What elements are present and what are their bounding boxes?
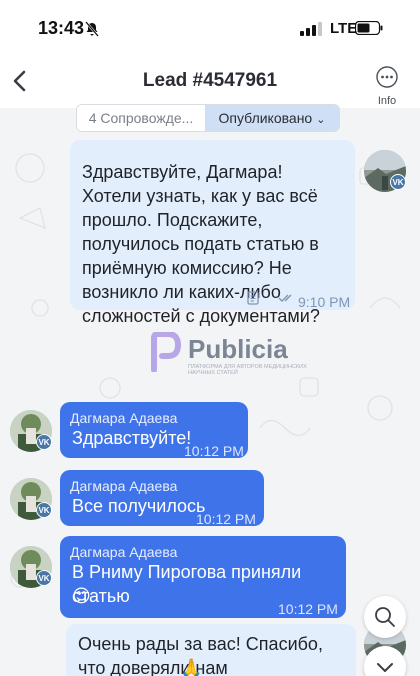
search-button[interactable]: [364, 596, 406, 638]
vk-badge-icon: VK: [36, 570, 52, 586]
vk-badge-icon: VK: [390, 174, 406, 190]
network-type: LTE: [330, 20, 358, 37]
chat-area[interactable]: Здравствуйте, Дагмара! Хотели узнать, ка…: [0, 108, 420, 676]
brand-name: Publicia: [188, 334, 288, 364]
status-time: 13:43: [38, 18, 85, 38]
chat-header: Lead #4547961 Info: [0, 56, 420, 108]
message-outgoing[interactable]: Очень рады за вас! Спасибо, что доверяли…: [66, 624, 356, 676]
message-incoming[interactable]: Дагмара Адаева Здравствуйте! 10:12 PM: [60, 402, 248, 459]
chevron-down-icon: ⌄: [316, 114, 326, 126]
status-bar: 13:43 LTE: [0, 0, 420, 56]
more-icon: [376, 66, 398, 88]
message-outgoing[interactable]: Здравствуйте, Дагмара! Хотели узнать, ка…: [70, 140, 355, 326]
publicia-logo-icon: [151, 332, 182, 372]
vk-badge-icon: VK: [36, 502, 52, 518]
cellular-signal-icon: [300, 22, 322, 36]
page-title: Lead #4547961: [142, 70, 278, 91]
message-time: 9:10 PM: [298, 294, 351, 310]
message-time: 10:12 PM: [184, 443, 244, 459]
chevron-down-icon: [377, 663, 393, 672]
info-button[interactable]: Info: [370, 66, 404, 107]
document-icon[interactable]: [246, 291, 260, 305]
message-incoming[interactable]: Дагмара Адаева Все получилось 10:12 PM: [60, 470, 264, 527]
vk-badge-icon: VK: [36, 434, 52, 450]
brand-watermark: Publicia ПЛАТФОРМА ДЛЯ АВТОРОВ МЕДИЦИНСК…: [150, 328, 310, 378]
double-check-icon: [278, 294, 292, 302]
search-icon: [375, 607, 395, 627]
emoji-smile: 😊: [72, 586, 91, 606]
message-incoming[interactable]: Дагмара Адаева В Рниму Пирогова приняли …: [60, 536, 346, 618]
message-time: 10:12 PM: [196, 511, 256, 527]
status-chips: 4 Сопровожде... Опубликовано ⌄: [76, 104, 340, 132]
message-time: 10:12 PM: [278, 601, 338, 617]
battery-icon: [355, 21, 383, 35]
status-chip-label: Опубликовано: [218, 110, 313, 126]
info-label: Info: [377, 95, 397, 107]
bell-off-icon: [85, 21, 99, 37]
status-chip-stage[interactable]: 4 Сопровожде...: [77, 105, 205, 131]
scroll-down-button[interactable]: [364, 646, 406, 676]
message-text: Очень рады за вас! Спасибо, что доверяли…: [78, 634, 323, 676]
emoji-pray: 🙏: [180, 658, 203, 676]
brand-tagline: ПЛАТФОРМА ДЛЯ АВТОРОВ МЕДИЦИНСКИХ НАУЧНЫ…: [188, 364, 307, 376]
status-chip-published[interactable]: Опубликовано ⌄: [205, 105, 339, 131]
